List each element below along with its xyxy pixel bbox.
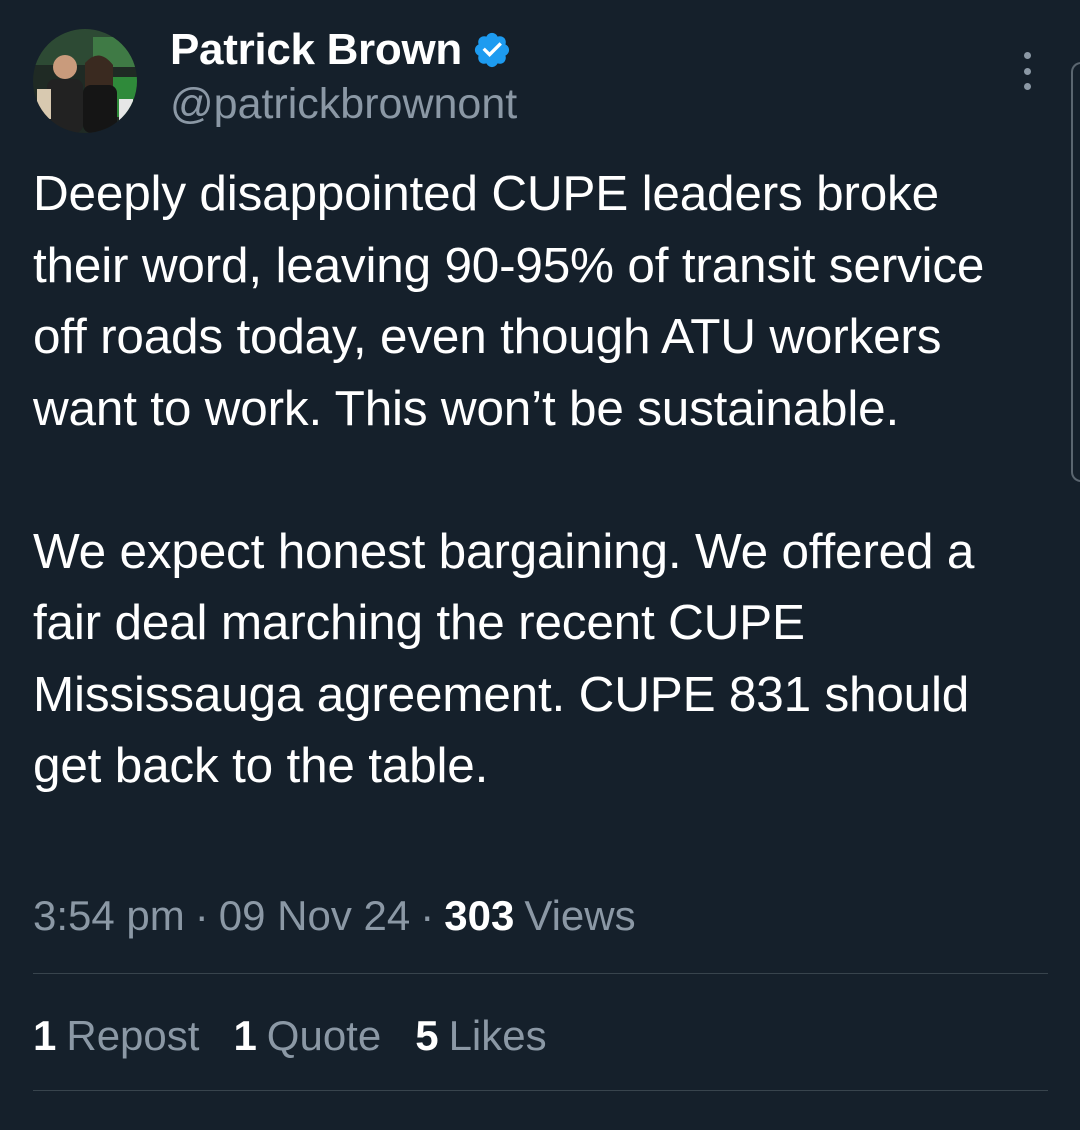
author-name-row: Patrick Brown [170,24,512,76]
author-handle[interactable]: @patrickbrownont [170,80,517,129]
separator-dot: · [420,892,435,939]
likes-label: Likes [448,1012,547,1059]
more-dot-icon [1023,52,1031,59]
quotes-label: Quote [266,1012,382,1059]
verified-badge-icon [474,32,510,68]
reposts-label: Repost [66,1012,200,1059]
more-dot-icon [1023,83,1031,90]
avatar[interactable] [33,29,137,133]
quotes-stat[interactable]: 1 Quote [233,1012,381,1060]
views-count: 303 [444,892,515,939]
tweet-text: Deeply disappointed CUPE leaders broke t… [33,158,1043,802]
more-options-button[interactable] [1010,52,1044,90]
divider [33,1090,1048,1091]
engagement-stats: 1 Repost 1 Quote 5 Likes [33,1008,581,1064]
views-label: Views [524,892,636,939]
more-dot-icon [1023,67,1031,75]
tweet-paragraph: We expect honest bargaining. We offered … [33,523,975,794]
reposts-count: 1 [33,1012,57,1059]
tweet-paragraph: Deeply disappointed CUPE leaders broke t… [33,166,985,436]
divider [33,973,1048,974]
avatar-photo [33,29,137,133]
separator-dot: · [194,892,209,939]
scrollbar[interactable] [1071,62,1080,482]
tweet-time[interactable]: 3:54 pm [33,892,185,940]
author-display-name[interactable]: Patrick Brown [170,25,462,75]
reposts-stat[interactable]: 1 Repost [33,1012,199,1060]
likes-stat[interactable]: 5 Likes [415,1012,546,1060]
tweet-detail: Patrick Brown @patrickbrownont Deeply di… [0,0,1080,1130]
tweet-date[interactable]: 09 Nov 24 [219,892,410,940]
quotes-count: 1 [233,1012,257,1059]
likes-count: 5 [415,1012,439,1059]
tweet-metadata: 3:54 pm · 09 Nov 24 · 303 Views [33,888,636,944]
